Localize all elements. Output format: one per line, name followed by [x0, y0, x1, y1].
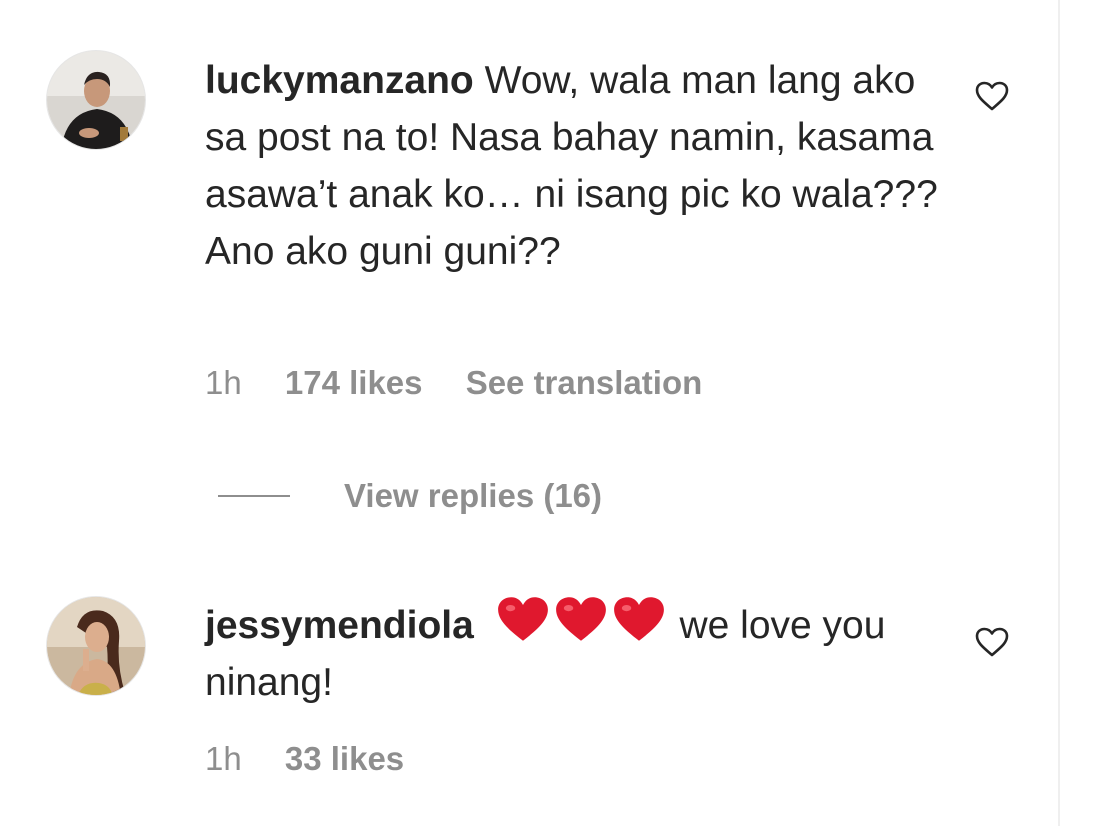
red-heart-emoji-icon — [613, 597, 664, 641]
avatar[interactable] — [46, 50, 146, 150]
comment-username[interactable]: luckymanzano — [205, 59, 474, 102]
like-heart-icon[interactable] — [974, 626, 1010, 658]
like-heart-icon[interactable] — [974, 80, 1010, 112]
see-translation-link[interactable]: See translation — [466, 364, 703, 401]
comment-likes[interactable]: 33 likes — [285, 740, 404, 777]
avatar[interactable] — [46, 596, 146, 696]
comment-text: luckymanzano Wow, wala man lang ako sa p… — [205, 52, 945, 280]
red-heart-emoji-icon — [497, 597, 548, 641]
red-heart-emoji-icon — [555, 597, 606, 641]
comment-username[interactable]: jessymendiola — [205, 604, 474, 647]
comment-text: jessymendiola we love you ninang! — [205, 594, 905, 711]
red-heart-emoji-group — [495, 597, 680, 647]
comment-time: 1h — [205, 364, 242, 401]
comment-item: jessymendiola we love you ninang! 1h 33 … — [0, 560, 1058, 826]
view-replies-button[interactable]: View replies (16) — [218, 474, 602, 518]
scrollbar-track[interactable] — [1058, 0, 1060, 826]
comment-meta: 1h 33 likes — [205, 740, 438, 778]
comment-likes[interactable]: 174 likes — [285, 364, 423, 401]
view-replies-label[interactable]: View replies (16) — [344, 477, 602, 515]
comment-meta: 1h 174 likes See translation — [205, 364, 736, 402]
comment-time: 1h — [205, 740, 242, 777]
replies-divider-line — [218, 495, 290, 497]
comment-item: luckymanzano Wow, wala man lang ako sa p… — [0, 0, 1058, 460]
profile-photo-woman — [47, 597, 145, 695]
profile-photo-man — [47, 51, 145, 149]
